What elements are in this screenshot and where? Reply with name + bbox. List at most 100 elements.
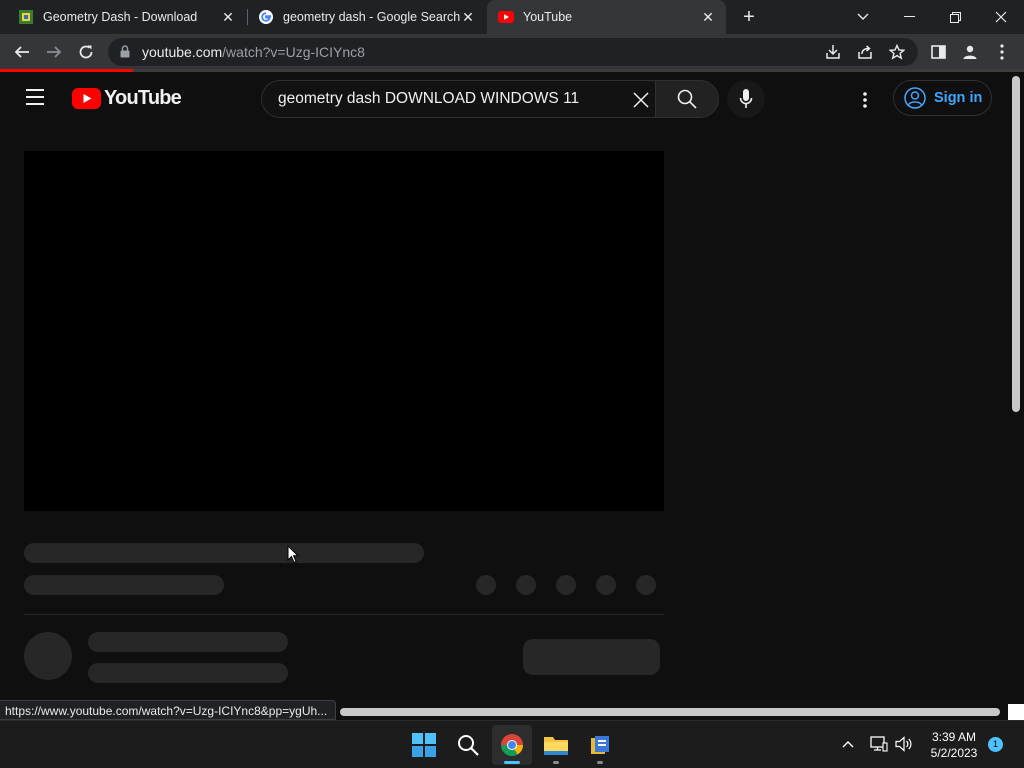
profile-button[interactable]: [956, 38, 984, 66]
star-icon: [889, 44, 905, 60]
search-query: geometry dash DOWNLOAD WINDOWS 11: [278, 90, 580, 107]
meta-placeholder: [24, 575, 224, 595]
reload-icon: [79, 45, 93, 59]
search-icon: [458, 735, 479, 756]
search-button[interactable]: [655, 80, 719, 118]
youtube-play-icon: [72, 88, 101, 109]
taskbar-file-explorer[interactable]: [536, 725, 576, 765]
channel-avatar-placeholder: [24, 632, 72, 680]
vertical-scrollbar[interactable]: [1008, 72, 1024, 706]
arrow-right-icon: [47, 46, 62, 58]
mouse-cursor-icon: [287, 545, 299, 564]
running-app-indicator: [553, 761, 559, 764]
speaker-icon: [895, 736, 912, 752]
action-placeholder: [556, 575, 576, 595]
clock-time: 3:39 AM: [931, 730, 977, 744]
sign-in-button[interactable]: Sign in: [893, 80, 992, 116]
address-bar[interactable]: youtube.com/watch?v=Uzg-ICIYnc8: [108, 38, 918, 66]
minimize-icon: [903, 16, 915, 17]
subscribe-button-placeholder: [523, 639, 660, 675]
taskbar-installer-app[interactable]: [580, 725, 620, 765]
chrome-icon: [501, 734, 523, 756]
action-placeholder: [516, 575, 536, 595]
chevron-down-icon: [857, 13, 869, 20]
geometry-dash-favicon: [18, 9, 34, 25]
vertical-scrollbar-thumb[interactable]: [1012, 76, 1020, 412]
network-status-button[interactable]: [868, 733, 890, 755]
tab-search-button[interactable]: [840, 0, 886, 34]
close-tab-icon[interactable]: ✕: [460, 9, 476, 26]
screen: Geometry Dash - Download ✕ geometry dash…: [0, 0, 1024, 768]
close-tab-icon[interactable]: ✕: [700, 9, 716, 26]
hamburger-icon: [26, 103, 44, 105]
tab-title: Geometry Dash - Download: [43, 10, 198, 24]
side-panel-button[interactable]: [924, 38, 952, 66]
url-domain: youtube.com: [142, 44, 223, 60]
settings-menu-button[interactable]: [853, 88, 877, 112]
back-button[interactable]: [8, 38, 36, 66]
chrome-menu-button[interactable]: [988, 38, 1016, 66]
bookmark-button[interactable]: [886, 42, 908, 62]
tab-youtube[interactable]: YouTube ✕: [487, 0, 726, 34]
new-tab-button[interactable]: +: [738, 4, 760, 30]
scrollbar-corner: [1008, 704, 1024, 720]
action-placeholder: [636, 575, 656, 595]
folder-icon: [544, 737, 568, 755]
share-button[interactable]: [854, 42, 876, 62]
reload-button[interactable]: [72, 38, 100, 66]
hamburger-icon: [26, 96, 44, 98]
tab-geometry-dash-download[interactable]: Geometry Dash - Download ✕: [0, 0, 246, 34]
windows-logo-icon: [412, 733, 436, 757]
status-url-bubble: https://www.youtube.com/watch?v=Uzg-ICIY…: [0, 700, 337, 720]
url-text: youtube.com/watch?v=Uzg-ICIYnc8: [142, 44, 365, 60]
close-window-button[interactable]: [978, 0, 1024, 34]
tab-title: YouTube: [523, 10, 573, 24]
taskbar-search-button[interactable]: [448, 725, 488, 765]
browser-toolbar: youtube.com/watch?v=Uzg-ICIYnc8: [0, 34, 1024, 70]
channel-name-placeholder: [88, 632, 288, 652]
arrow-left-icon: [14, 46, 29, 58]
youtube-wordmark: YouTube: [104, 87, 182, 109]
install-app-button[interactable]: [822, 42, 844, 62]
content-divider: [24, 614, 664, 615]
tab-google-search[interactable]: geometry dash - Google Search ✕: [248, 0, 486, 34]
microphone-icon: [739, 89, 753, 108]
sign-in-label: Sign in: [934, 90, 983, 106]
system-clock[interactable]: 3:39 AM 5/2/2023: [922, 729, 986, 761]
youtube-page: YouTube geometry dash DOWNLOAD WINDOWS 1…: [0, 72, 1024, 706]
active-app-indicator: [504, 761, 520, 764]
notification-badge[interactable]: 1: [988, 737, 1003, 752]
installer-icon: [591, 736, 609, 754]
restore-button[interactable]: [932, 0, 978, 34]
tab-strip: Geometry Dash - Download ✕ geometry dash…: [0, 0, 1024, 34]
voice-search-button[interactable]: [727, 80, 765, 118]
search-icon: [677, 89, 697, 109]
url-path: /watch?v=Uzg-ICIYnc8: [222, 44, 365, 60]
hamburger-icon: [26, 89, 44, 91]
youtube-favicon: [498, 9, 514, 25]
start-button[interactable]: [404, 725, 444, 765]
youtube-logo[interactable]: YouTube: [72, 87, 182, 110]
video-player[interactable]: [24, 151, 664, 511]
search-input[interactable]: geometry dash DOWNLOAD WINDOWS 11: [261, 80, 657, 118]
restore-icon: [949, 11, 961, 23]
title-placeholder: [24, 543, 424, 563]
youtube-header: YouTube geometry dash DOWNLOAD WINDOWS 1…: [0, 72, 1008, 126]
close-tab-icon[interactable]: ✕: [220, 9, 236, 26]
kebab-menu-icon: [1000, 44, 1004, 60]
horizontal-scrollbar-thumb[interactable]: [340, 708, 1000, 716]
subscriber-count-placeholder: [88, 663, 288, 683]
clear-search-icon[interactable]: [631, 90, 651, 110]
show-hidden-icons-button[interactable]: [837, 733, 859, 755]
chevron-up-icon: [842, 741, 854, 748]
volume-button[interactable]: [893, 733, 915, 755]
forward-button[interactable]: [40, 38, 68, 66]
download-icon: [826, 45, 840, 59]
lock-icon[interactable]: [120, 45, 130, 58]
network-icon: [870, 736, 888, 752]
google-favicon: [258, 9, 274, 25]
guide-menu-button[interactable]: [26, 89, 46, 107]
taskbar-chrome[interactable]: [492, 725, 532, 765]
minimize-button[interactable]: [886, 0, 932, 34]
action-placeholder: [596, 575, 616, 595]
